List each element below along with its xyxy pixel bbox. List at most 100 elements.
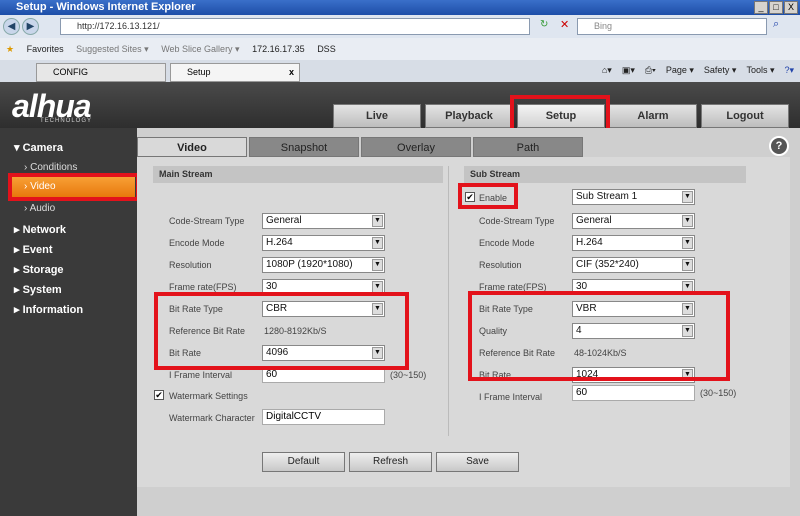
sidebar-storage[interactable]: ▸ Storage [14,263,64,276]
print-icon[interactable]: ⎙▾ [645,65,656,76]
chevron-down-icon: ▼ [372,259,383,271]
label: Network [22,224,66,236]
encode-mode-select[interactable]: H.264 ▼ [262,235,385,251]
chevron-down-icon: ▼ [682,215,693,227]
code-stream-type-select[interactable]: General ▼ [262,213,385,229]
favorites-bar: ★ Favorites Suggested Sites ▾ Web Slice … [0,38,800,60]
minimize-button[interactable]: _ [754,1,768,14]
nav-live[interactable]: Live [333,104,421,128]
label: Code-Stream Type [169,216,245,226]
home-icon[interactable]: ⌂▾ [602,65,612,76]
tab-snapshot[interactable]: Snapshot [249,137,359,157]
suggested-sites-link[interactable]: Suggested Sites ▾ [76,44,149,54]
stop-icon[interactable]: ✕ [560,18,569,31]
nav-logout[interactable]: Logout [701,104,789,128]
safety-menu[interactable]: Safety ▾ [704,65,737,76]
logo-subtitle: TECHNOLOGY [40,118,93,124]
favorite-ip-link[interactable]: 172.16.17.35 [252,44,305,54]
value: H.264 [266,237,293,248]
search-icon[interactable]: ⌕ [773,18,779,31]
label: Encode Mode [479,238,535,248]
label: Event [22,244,53,256]
address-bar: ◀ ▶ http://172.16.13.121/ ↻ ✕ Bing ⌕ [0,15,800,38]
highlight-main-bitrate [154,292,409,370]
sidebar-system[interactable]: ▸ System [14,283,62,296]
label: Encode Mode [169,238,225,248]
command-bar: ⌂▾ ▣▾ ⎙▾ Page ▾ Safety ▾ Tools ▾ ?▾ [602,65,794,76]
help-icon[interactable]: ?▾ [784,65,794,76]
sub-resolution-select[interactable]: CIF (352*240) ▼ [572,257,695,273]
iframe-range: (30~150) [390,370,427,380]
feeds-icon[interactable]: ▣▾ [622,65,635,76]
sub-iframe-interval-input[interactable]: 60 [572,385,695,401]
web-slice-link[interactable]: Web Slice Gallery ▾ [161,44,239,54]
nav-alarm[interactable]: Alarm [609,104,697,128]
highlight-enable [458,183,518,209]
tab-label: Setup [187,67,211,77]
tab-video[interactable]: Video [137,137,247,157]
tab-path[interactable]: Path [473,137,583,157]
search-input[interactable]: Bing [577,18,767,35]
sub-encode-mode-select[interactable]: H.264 ▼ [572,235,695,251]
sidebar-camera-label: Camera [22,142,63,154]
refresh-icon[interactable]: ↻ [540,19,548,30]
watermark-character-input[interactable]: DigitalCCTV [262,409,385,425]
sub-iframe-range: (30~150) [700,388,737,398]
help-icon[interactable]: ? [769,136,789,156]
highlight-video [8,173,140,201]
label: Storage [22,264,64,276]
refresh-button[interactable]: Refresh [349,452,432,472]
label: System [22,284,62,296]
sidebar-network[interactable]: ▸ Network [14,223,66,236]
label: Information [22,304,84,316]
value: CIF (352*240) [576,259,639,270]
highlight-sub-bitrate [468,291,730,381]
forward-button[interactable]: ▶ [22,18,39,35]
sidebar-conditions[interactable]: › Conditions [24,162,77,173]
browser-tab-setup[interactable]: Setup x [170,63,300,82]
favorite-dss-link[interactable]: DSS [317,44,336,54]
close-window-button[interactable]: X [784,1,798,14]
star-icon: ★ [6,44,15,54]
sub-code-stream-type-select[interactable]: General ▼ [572,213,695,229]
chevron-down-icon: ▼ [682,191,693,203]
divider [448,166,449,436]
sidebar-event[interactable]: ▸ Event [14,243,53,256]
sub-stream-header: Sub Stream [464,166,746,183]
save-button[interactable]: Save [436,452,519,472]
nav-playback[interactable]: Playback [425,104,513,128]
favorites-button[interactable]: Favorites [27,44,64,54]
tools-menu[interactable]: Tools ▾ [746,65,774,76]
app-header: alhua TECHNOLOGY Live Playback Setup Ala… [0,82,800,128]
label: Watermark Character [169,413,255,423]
label: Code-Stream Type [479,216,555,226]
url-input[interactable]: http://172.16.13.121/ [60,18,530,35]
browser-tab-bar: CONFIG Setup x ⌂▾ ▣▾ ⎙▾ Page ▾ Safety ▾ Too… [0,60,800,82]
chevron-down-icon: ▼ [682,259,693,271]
value: Sub Stream 1 [576,191,638,202]
label: I Frame Interval [169,370,233,380]
back-button[interactable]: ◀ [3,18,20,35]
sidebar-information[interactable]: ▸ Information [14,303,83,316]
sidebar-camera[interactable]: ▾ Camera [14,141,63,154]
sub-stream-select[interactable]: Sub Stream 1 ▼ [572,189,695,205]
chevron-down-icon: ▼ [682,237,693,249]
resolution-select[interactable]: 1080P (1920*1080) ▼ [262,257,385,273]
maximize-button[interactable]: □ [769,1,783,14]
browser-tab-config[interactable]: CONFIG [36,63,166,82]
watermark-checkbox[interactable]: ✔ [154,390,164,400]
chevron-down-icon: ▼ [372,237,383,249]
close-tab-icon[interactable]: x [289,64,294,81]
tab-overlay[interactable]: Overlay [361,137,471,157]
label: Conditions [30,162,78,173]
label: Watermark Settings [169,391,248,401]
default-button[interactable]: Default [262,452,345,472]
page-menu[interactable]: Page ▾ [666,65,694,76]
window-controls: _ □ X [754,1,798,14]
chevron-down-icon: ▼ [372,215,383,227]
main-stream-header: Main Stream [153,166,443,183]
sidebar-audio[interactable]: › Audio [24,203,55,214]
label: Resolution [479,260,522,270]
window-title: Setup - Windows Internet Explorer [0,0,800,15]
value: General [576,215,612,226]
